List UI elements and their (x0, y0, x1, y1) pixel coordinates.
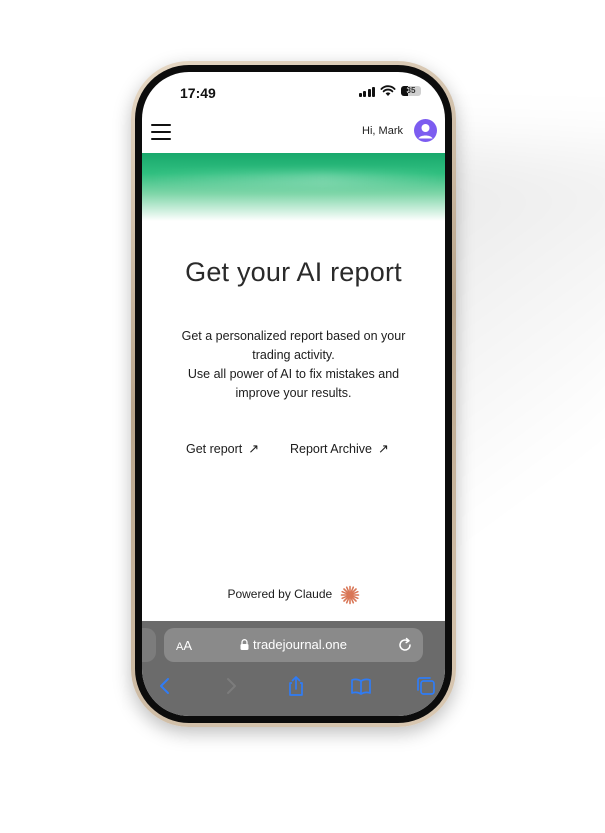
powered-by: Powered by Claude (142, 585, 445, 605)
phone-frame: 17:49 35 Hi, Mark Get your AI report Get… (131, 61, 456, 727)
chevron-right-icon[interactable] (220, 675, 242, 697)
phone-bezel: 17:49 35 Hi, Mark Get your AI report Get… (135, 65, 452, 723)
battery-level: 35 (406, 86, 416, 95)
book-icon[interactable] (350, 675, 372, 697)
lock-icon (240, 639, 249, 650)
reload-icon[interactable] (397, 637, 413, 653)
url-field[interactable]: tradejournal.one (164, 637, 423, 652)
browser-toolbar (142, 673, 445, 703)
description-line: improve your results. (235, 386, 352, 400)
address-bar[interactable]: AA tradejournal.one (164, 628, 423, 662)
get-report-label: Get report (186, 442, 243, 456)
status-icons: 35 (358, 85, 421, 97)
phone-screen: 17:49 35 Hi, Mark Get your AI report Get… (142, 72, 445, 716)
page-title: Get your AI report (185, 257, 402, 287)
chevron-left-icon[interactable] (154, 675, 176, 697)
arrow-up-right-icon: ↗ (248, 441, 260, 456)
page-description: Get a personalized report based on your … (166, 327, 421, 403)
cellular-signal-icon (358, 86, 375, 97)
previous-tab-peek[interactable] (142, 628, 156, 662)
report-archive-link[interactable]: Report Archive ↗ (290, 441, 389, 457)
description-line: trading activity. (252, 348, 335, 362)
url-text: tradejournal.one (253, 637, 347, 652)
user-avatar-icon[interactable] (414, 119, 437, 142)
report-archive-label: Report Archive (290, 442, 372, 456)
claude-burst-icon (340, 585, 359, 605)
user-greeting: Hi, Mark (362, 125, 403, 137)
share-icon[interactable] (285, 675, 307, 697)
status-bar: 17:49 35 (142, 72, 445, 112)
wifi-icon (380, 85, 396, 96)
hero-gradient-band (142, 153, 445, 221)
battery-icon: 35 (401, 86, 421, 96)
arrow-up-right-icon: ↗ (377, 441, 389, 456)
description-line: Get a personalized report based on your (181, 329, 406, 343)
browser-chrome: AA tradejournal.one (142, 621, 445, 716)
get-report-link[interactable]: Get report ↗ (186, 441, 259, 457)
description-line: Use all power of AI to fix mistakes and (187, 367, 400, 381)
hamburger-icon[interactable] (151, 124, 171, 140)
action-links: Get report ↗ Report Archive ↗ (142, 441, 445, 461)
tabs-icon[interactable] (415, 675, 437, 697)
powered-by-label: Powered by Claude (227, 587, 333, 602)
status-time: 17:49 (180, 85, 216, 101)
